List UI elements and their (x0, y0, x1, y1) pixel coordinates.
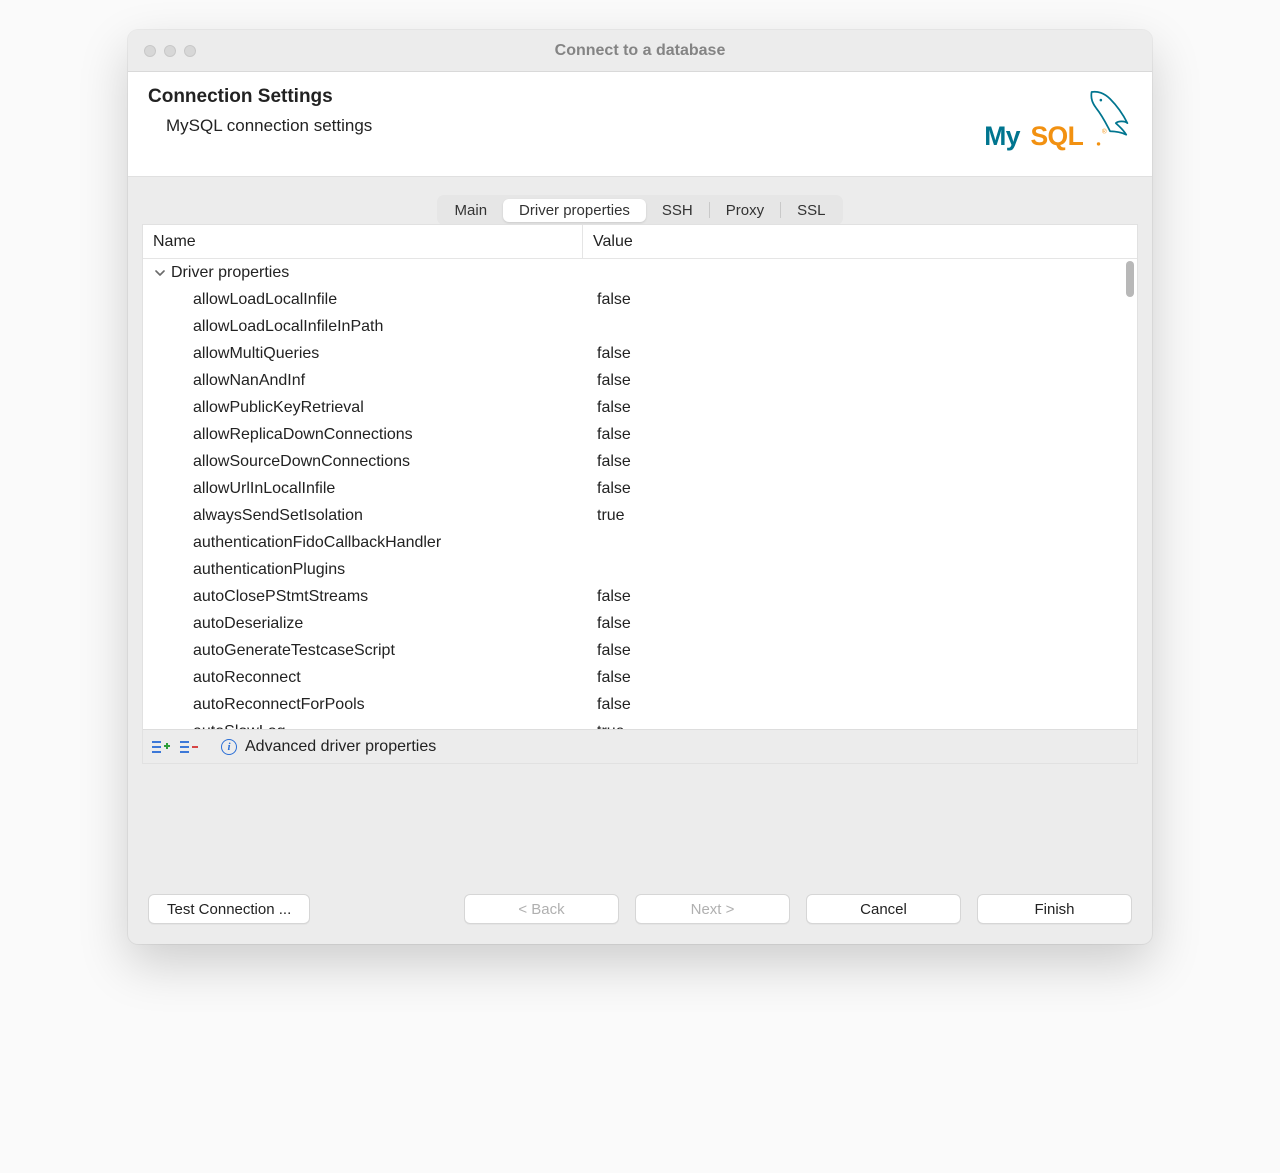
tab-driver-properties[interactable]: Driver properties (503, 199, 646, 222)
property-row[interactable]: autoReconnect false (143, 664, 1137, 691)
chevron-down-icon[interactable] (153, 266, 167, 280)
add-property-button[interactable] (151, 737, 171, 757)
property-row[interactable]: authenticationPlugins (143, 556, 1137, 583)
scrollbar-thumb[interactable] (1126, 261, 1134, 297)
property-row[interactable]: autoDeserialize false (143, 610, 1137, 637)
tree-group-label: Driver properties (171, 264, 289, 282)
tab-ssh[interactable]: SSH (646, 199, 709, 222)
svg-text:My: My (984, 121, 1021, 151)
property-value[interactable]: false (583, 669, 1137, 687)
property-name: allowUrlInLocalInfile (153, 480, 335, 498)
titlebar: Connect to a database (128, 30, 1152, 72)
next-button[interactable]: Next > (635, 894, 790, 924)
wizard-footer: Test Connection ... < Back Next > Cancel… (128, 874, 1152, 944)
dialog-window: Connect to a database Connection Setting… (128, 30, 1152, 944)
window-title: Connect to a database (128, 42, 1152, 60)
property-value[interactable]: false (583, 426, 1137, 444)
property-name: authenticationPlugins (153, 561, 345, 579)
property-row[interactable]: allowPublicKeyRetrieval false (143, 394, 1137, 421)
property-value[interactable]: false (583, 588, 1137, 606)
property-row[interactable]: allowLoadLocalInfile false (143, 286, 1137, 313)
minimize-icon[interactable] (164, 45, 176, 57)
property-name: allowSourceDownConnections (153, 453, 410, 471)
property-name: authenticationFidoCallbackHandler (153, 534, 441, 552)
mysql-logo: My SQL ® (982, 86, 1132, 158)
property-value[interactable]: false (583, 345, 1137, 363)
property-value[interactable]: false (583, 372, 1137, 390)
property-value[interactable]: true (583, 723, 1137, 730)
cancel-button[interactable]: Cancel (806, 894, 961, 924)
toolbar-info-text: Advanced driver properties (245, 738, 436, 756)
property-name: autoGenerateTestcaseScript (153, 642, 395, 660)
property-name: allowNanAndInf (153, 372, 305, 390)
remove-property-button[interactable] (179, 737, 199, 757)
page-subtitle: MySQL connection settings (148, 116, 372, 136)
tab-ssl[interactable]: SSL (781, 199, 841, 222)
window-controls (128, 45, 196, 57)
page-title: Connection Settings (148, 86, 372, 108)
property-name: autoReconnectForPools (153, 696, 365, 714)
property-value[interactable]: false (583, 615, 1137, 633)
dialog-body: MainDriver propertiesSSHProxySSL Name Va… (128, 177, 1152, 764)
property-row[interactable]: alwaysSendSetIsolation true (143, 502, 1137, 529)
property-name: autoSlowLog (153, 723, 286, 730)
property-name: allowLoadLocalInfile (153, 291, 337, 309)
property-value[interactable]: false (583, 453, 1137, 471)
tabs-row: MainDriver propertiesSSHProxySSL (142, 195, 1138, 225)
table-body[interactable]: Driver properties allowLoadLocalInfile fa… (143, 259, 1137, 729)
column-header-name[interactable]: Name (143, 225, 583, 258)
property-value[interactable]: true (583, 507, 1137, 525)
property-row[interactable]: autoSlowLog true (143, 718, 1137, 729)
table-header: Name Value (143, 225, 1137, 259)
property-row[interactable]: allowReplicaDownConnections false (143, 421, 1137, 448)
tab-proxy[interactable]: Proxy (710, 199, 780, 222)
info-icon: i (221, 739, 237, 755)
finish-button[interactable]: Finish (977, 894, 1132, 924)
property-row[interactable]: allowLoadLocalInfileInPath (143, 313, 1137, 340)
property-name: autoClosePStmtStreams (153, 588, 368, 606)
properties-panel: Name Value Driver properties allowLoadLo… (142, 224, 1138, 764)
tree-group-row[interactable]: Driver properties (143, 259, 1137, 286)
property-value[interactable]: false (583, 399, 1137, 417)
property-row[interactable]: autoGenerateTestcaseScript false (143, 637, 1137, 664)
property-name: allowPublicKeyRetrieval (153, 399, 364, 417)
svg-text:SQL: SQL (1030, 121, 1083, 151)
property-row[interactable]: allowSourceDownConnections false (143, 448, 1137, 475)
property-value[interactable]: false (583, 696, 1137, 714)
property-value[interactable]: false (583, 642, 1137, 660)
close-icon[interactable] (144, 45, 156, 57)
property-name: allowReplicaDownConnections (153, 426, 413, 444)
property-row[interactable]: autoReconnectForPools false (143, 691, 1137, 718)
header-text: Connection Settings MySQL connection set… (148, 86, 372, 136)
tabs: MainDriver propertiesSSHProxySSL (437, 195, 844, 225)
property-value[interactable]: false (583, 480, 1137, 498)
back-button[interactable]: < Back (464, 894, 619, 924)
header: Connection Settings MySQL connection set… (128, 72, 1152, 177)
property-name: allowLoadLocalInfileInPath (153, 318, 383, 336)
property-row[interactable]: autoClosePStmtStreams false (143, 583, 1137, 610)
property-row[interactable]: allowNanAndInf false (143, 367, 1137, 394)
property-row[interactable]: authenticationFidoCallbackHandler (143, 529, 1137, 556)
property-name: autoDeserialize (153, 615, 303, 633)
tab-main[interactable]: Main (439, 199, 504, 222)
zoom-icon[interactable] (184, 45, 196, 57)
property-name: alwaysSendSetIsolation (153, 507, 363, 525)
svg-text:®: ® (1102, 128, 1107, 136)
test-connection-button[interactable]: Test Connection ... (148, 894, 310, 924)
property-name: allowMultiQueries (153, 345, 319, 363)
property-name: autoReconnect (153, 669, 301, 687)
column-header-value[interactable]: Value (583, 225, 1137, 258)
properties-toolbar: i Advanced driver properties (143, 729, 1137, 763)
property-row[interactable]: allowMultiQueries false (143, 340, 1137, 367)
property-row[interactable]: allowUrlInLocalInfile false (143, 475, 1137, 502)
property-value[interactable]: false (583, 291, 1137, 309)
